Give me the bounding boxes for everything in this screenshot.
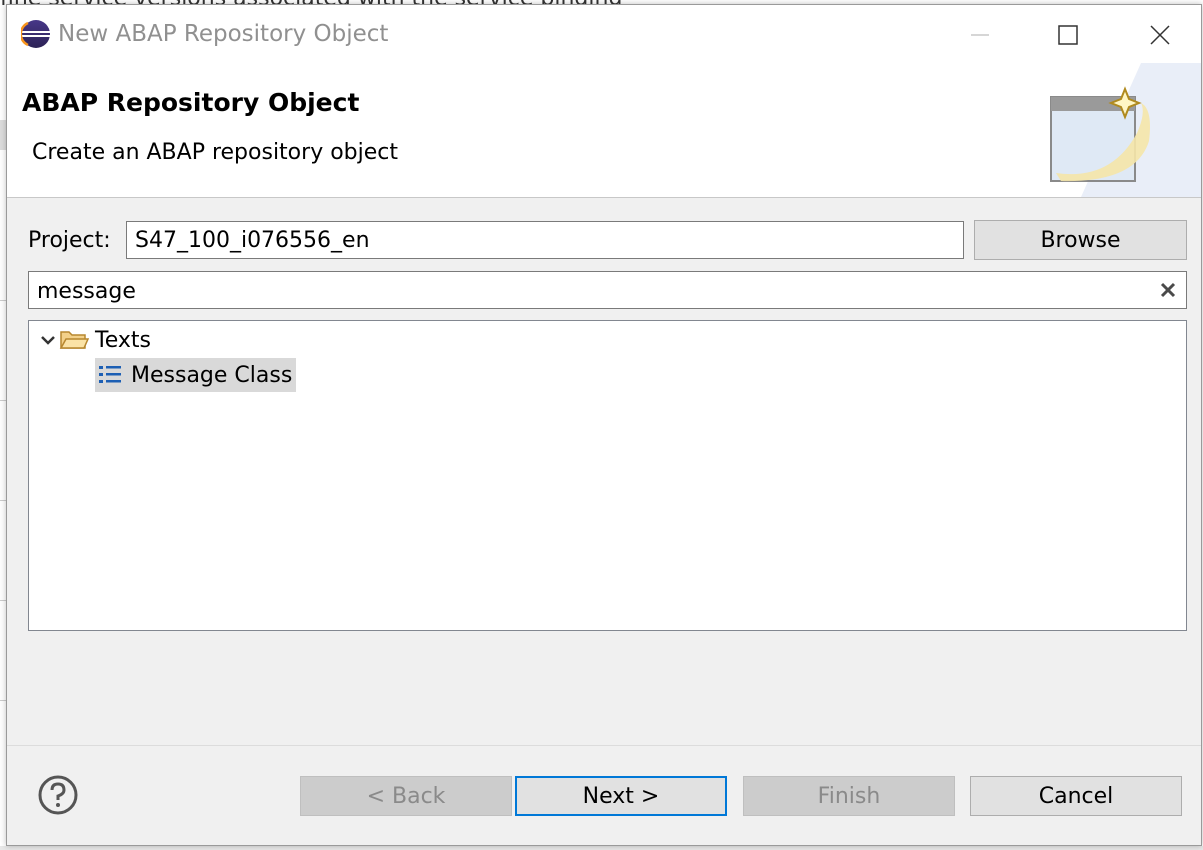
background-bottom-bar bbox=[0, 846, 1203, 850]
close-icon bbox=[1150, 25, 1170, 45]
tree-item-texts[interactable]: Texts bbox=[37, 323, 151, 357]
new-repository-object-dialog: New ABAP Repository Object ABAP Reposito… bbox=[6, 4, 1202, 846]
clear-icon[interactable] bbox=[1158, 280, 1178, 300]
cancel-button[interactable]: Cancel bbox=[970, 776, 1182, 816]
footer-divider bbox=[7, 745, 1201, 746]
page-title: ABAP Repository Object bbox=[22, 88, 360, 117]
project-label: Project: bbox=[28, 228, 111, 253]
help-icon[interactable] bbox=[37, 774, 79, 816]
window-title: New ABAP Repository Object bbox=[58, 21, 389, 47]
maximize-button[interactable] bbox=[1045, 13, 1091, 57]
open-folder-icon bbox=[59, 327, 89, 353]
list-icon bbox=[95, 362, 125, 388]
filter-input[interactable]: message bbox=[28, 271, 1187, 309]
close-button[interactable] bbox=[1137, 13, 1183, 57]
wizard-header: ABAP Repository Object Create an ABAP re… bbox=[7, 63, 1201, 198]
maximize-icon bbox=[1058, 25, 1078, 45]
title-bar[interactable]: New ABAP Repository Object bbox=[7, 5, 1201, 63]
next-button[interactable]: Next > bbox=[515, 776, 727, 816]
tree-item-message-class[interactable]: Message Class bbox=[95, 358, 297, 392]
finish-button[interactable]: Finish bbox=[743, 776, 955, 816]
chevron-down-icon[interactable] bbox=[37, 329, 59, 351]
minimize-button[interactable] bbox=[957, 13, 1003, 57]
minimize-icon bbox=[971, 34, 989, 36]
browse-button[interactable]: Browse bbox=[974, 220, 1187, 260]
new-object-wizard-icon bbox=[1050, 63, 1201, 197]
filter-text: message bbox=[37, 279, 136, 304]
back-button[interactable]: < Back bbox=[300, 776, 512, 816]
eclipse-icon bbox=[21, 20, 50, 48]
tree-item-label: Texts bbox=[95, 327, 151, 353]
tree-item-label: Message Class bbox=[131, 362, 293, 388]
page-description: Create an ABAP repository object bbox=[32, 140, 398, 165]
object-type-tree[interactable]: Texts Message Class bbox=[28, 320, 1187, 631]
project-field[interactable]: S47_100_i076556_en bbox=[126, 221, 964, 259]
